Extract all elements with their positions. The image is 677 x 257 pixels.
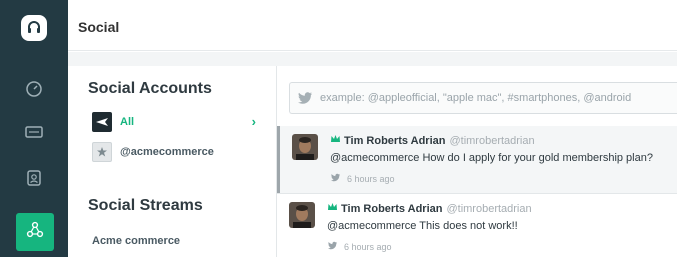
- tweet-card[interactable]: Tim Roberts Adrian @timrobertadrian @acm…: [277, 126, 677, 193]
- social-feed: Tim Roberts Adrian @timrobertadrian @acm…: [276, 66, 677, 257]
- chevron-right-icon: ›: [251, 114, 256, 129]
- headset-icon: [21, 14, 47, 41]
- logo-button[interactable]: [0, 4, 68, 51]
- twitter-search-bar: [289, 82, 677, 114]
- tweet-handle[interactable]: @timrobertadrian: [446, 203, 531, 215]
- page-header: Social: [68, 4, 677, 51]
- social-streams-heading: Social Streams: [88, 197, 203, 214]
- account-item-label: All: [120, 116, 135, 128]
- account-item-label: @acmecommerce: [120, 146, 214, 158]
- page-title: Social: [78, 19, 120, 35]
- crown-icon: [327, 202, 338, 215]
- tickets-nav-button[interactable]: [0, 115, 68, 153]
- tweet-content: Tim Roberts Adrian @timrobertadrian @acm…: [277, 194, 677, 257]
- app-window: Social Social Accounts All › @acmecommer…: [0, 0, 677, 257]
- tweet-timestamp: 6 hours ago: [347, 173, 395, 184]
- contacts-nav-button[interactable]: [0, 161, 68, 199]
- tweet-content: Tim Roberts Adrian @timrobertadrian @acm…: [280, 126, 677, 193]
- tweet-text: @acmecommerce This does not work!!: [327, 220, 518, 232]
- icon-sidebar: [0, 0, 68, 257]
- tweet-handle[interactable]: @timrobertadrian: [449, 135, 534, 147]
- ticket-icon: [24, 124, 44, 145]
- twitter-search-input[interactable]: [320, 84, 670, 112]
- avatar[interactable]: [292, 134, 318, 160]
- twitter-bird-icon: [330, 173, 341, 184]
- crown-icon: [330, 134, 341, 147]
- tweet-header: Tim Roberts Adrian @timrobertadrian: [330, 134, 535, 147]
- account-item-acmecommerce[interactable]: @acmecommerce: [92, 141, 252, 163]
- avatar[interactable]: [289, 202, 315, 228]
- account-item-all[interactable]: All ›: [92, 111, 256, 133]
- contact-card-icon: [26, 169, 42, 192]
- social-accounts-heading: Social Accounts: [88, 80, 212, 97]
- tweet-header: Tim Roberts Adrian @timrobertadrian: [327, 202, 532, 215]
- plane-icon: [92, 112, 112, 132]
- tweet-timestamp: 6 hours ago: [344, 241, 392, 252]
- twitter-bird-icon: [290, 83, 320, 113]
- tweet-meta: 6 hours ago: [330, 173, 395, 184]
- tweet-text: @acmecommerce How do I apply for your go…: [330, 152, 653, 164]
- header-divider: [68, 52, 677, 66]
- twitter-bird-icon: [327, 241, 338, 252]
- social-nav-button[interactable]: [16, 213, 54, 251]
- tweet-meta: 6 hours ago: [327, 241, 392, 252]
- stream-item-acme-commerce[interactable]: Acme commerce: [92, 235, 180, 247]
- tweet-author[interactable]: Tim Roberts Adrian: [344, 135, 445, 147]
- gauge-icon: [25, 80, 43, 103]
- dashboard-nav-button[interactable]: [0, 72, 68, 110]
- social-network-icon: [26, 221, 44, 244]
- tweet-author[interactable]: Tim Roberts Adrian: [341, 203, 442, 215]
- tweet-card[interactable]: Tim Roberts Adrian @timrobertadrian @acm…: [277, 194, 677, 257]
- social-sidebar: Social Accounts All › @acmecommerce Soci…: [68, 66, 276, 257]
- account-avatar-icon: [92, 142, 112, 162]
